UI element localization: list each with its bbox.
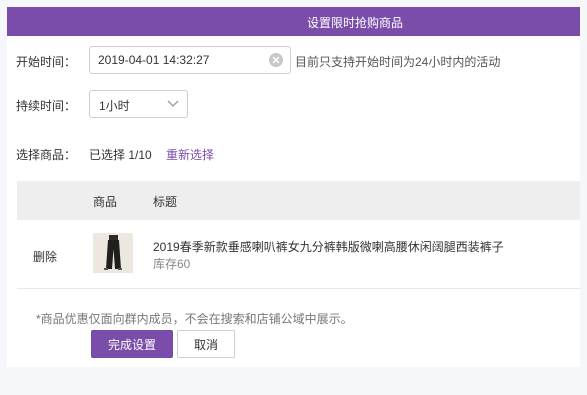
product-stock: 库存60 [153,257,191,271]
duration-select[interactable]: 1小时 [89,90,188,118]
complete-settings-button[interactable]: 完成设置 [91,330,173,358]
column-product: 商品 [93,195,118,209]
product-title: 2019春季新款垂感喇叭裤女九分裤韩版微喇高腰休闲阔腿西装裤子 [153,240,504,254]
table-row: 删除 2019春季新款垂感喇叭裤女九分裤韩版微喇高腰休闲阔腿西装裤子 库存60 [17,220,580,289]
product-thumbnail [93,233,133,273]
product-label: 选择商品： [16,148,77,162]
delete-button[interactable]: 删除 [33,248,57,265]
clear-circle-icon[interactable] [269,53,283,67]
reselect-link[interactable]: 重新选择 [166,146,214,163]
duration-label: 持续时间： [16,99,77,113]
duration-value: 1小时 [99,99,130,113]
panel-title: 设置限时抢购商品 [307,16,404,30]
start-time-label: 开始时间： [16,55,77,69]
selected-count: 已选择 1/10 [89,148,152,162]
cancel-button[interactable]: 取消 [177,330,235,358]
flash-sale-settings-panel: 设置限时抢购商品 开始时间： 目前只支持开始时间为24小时内的活动 持续时间： … [7,7,580,367]
start-time-hint: 目前只支持开始时间为24小时内的活动 [295,55,501,69]
chevron-down-icon [167,100,179,107]
start-time-input[interactable] [98,52,258,68]
column-title: 标题 [153,195,178,209]
panel-header: 设置限时抢购商品 [7,7,580,36]
start-time-field[interactable] [89,46,291,74]
pants-image-icon [93,233,133,273]
product-table-header: 商品 标题 [17,181,580,220]
visibility-note: *商品优惠仅面向群内成员，不会在搜索和店铺公域中展示。 [36,312,353,326]
